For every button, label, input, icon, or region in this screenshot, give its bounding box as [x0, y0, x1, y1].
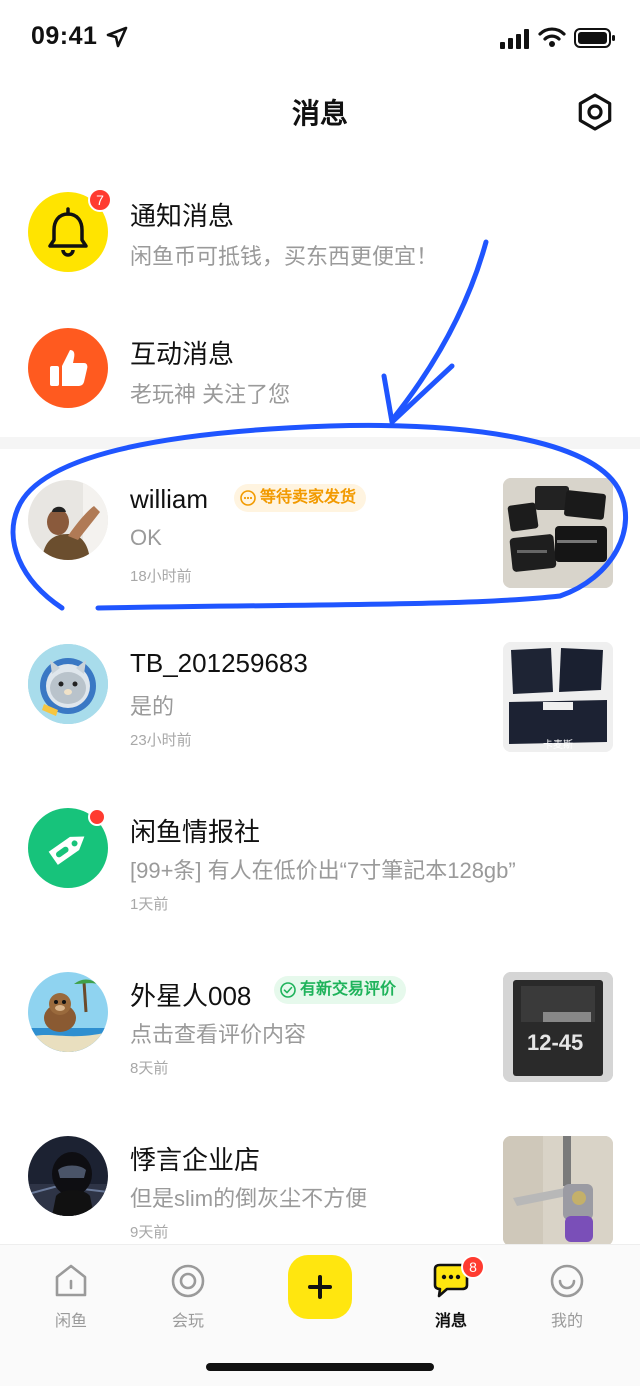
check-circle-icon: [280, 982, 296, 998]
home-icon: [55, 1264, 87, 1297]
conversation-message: 点击查看评价内容: [130, 1022, 307, 1047]
thumbs-up-avatar: [28, 328, 108, 408]
cat-astronaut-icon: [28, 644, 108, 724]
avatar: [28, 480, 108, 560]
tab-bar: 闲鱼 会玩 消息 8 我的: [0, 1244, 640, 1386]
location-arrow-icon: [106, 26, 128, 48]
page-title: 消息: [291, 98, 348, 129]
tab-home[interactable]: 闲鱼: [26, 1261, 116, 1331]
conversation-message: [99+条] 有人在低价出“7寸筆記本128gb”: [130, 858, 516, 883]
conversation-row[interactable]: 闲鱼情报社 [99+条] 有人在低价出“7寸筆記本128gb” 1天前: [0, 780, 640, 944]
tab-play[interactable]: 会玩: [143, 1261, 233, 1331]
conversation-time: 18小时前: [130, 568, 192, 585]
section-divider: [0, 437, 640, 449]
smiley-icon: [550, 1264, 584, 1298]
car-mat-image: [503, 478, 613, 588]
conversation-row[interactable]: 外星人008 有新交易评价 点击查看评价内容 8天前 12-45: [0, 944, 640, 1108]
tab-label: 我的: [550, 1313, 583, 1330]
notification-title: 通知消息: [130, 201, 235, 231]
conversation-time: 8天前: [130, 1060, 169, 1077]
conversation-row[interactable]: william 等待卖家发货 OK 18小时前: [0, 452, 640, 616]
conversation-name: TB_201259683: [130, 648, 308, 678]
thumbs-up-icon: [50, 350, 88, 386]
unread-dot: [88, 808, 106, 826]
plus-icon: [308, 1275, 332, 1299]
settings-icon[interactable]: [575, 92, 615, 132]
notification-title: 互动消息: [130, 339, 235, 369]
cellular-signal-icon: [500, 29, 529, 49]
status-badge-label: 有新交易评价: [300, 981, 397, 998]
status-time: 09:41: [31, 22, 98, 50]
product-thumbnail[interactable]: [503, 478, 613, 588]
thumbnail-caption: 12-45: [527, 1030, 584, 1055]
conversation-message: 但是slim的倒灰尘不方便: [130, 1186, 368, 1211]
avatar: [28, 972, 108, 1052]
publish-button[interactable]: [288, 1255, 352, 1319]
home-indicator: [206, 1363, 434, 1371]
unread-badge: 8: [461, 1255, 485, 1279]
avatar: [28, 1136, 108, 1216]
unread-badge: 7: [88, 188, 112, 212]
conversation-time: 23小时前: [130, 732, 192, 749]
product-thumbnail[interactable]: [503, 1136, 613, 1246]
product-thumbnail[interactable]: 卡麦斯: [503, 642, 613, 752]
tab-label: 闲鱼: [54, 1313, 87, 1330]
user-photo: [28, 480, 108, 560]
battery-icon: [574, 28, 615, 48]
status-bar: 09:41: [0, 0, 640, 78]
product-thumbnail[interactable]: 12-45: [503, 972, 613, 1082]
thumbnail-caption: 卡麦斯: [543, 740, 573, 751]
tab-label: 会玩: [171, 1313, 204, 1330]
conversation-time: 1天前: [130, 896, 169, 913]
tab-label: 消息: [434, 1313, 467, 1330]
tab-messages[interactable]: 消息 8: [406, 1255, 496, 1331]
conversation-name: 外星人008: [130, 981, 252, 1011]
vacuum-cleaner-image: [503, 1136, 613, 1246]
notification-row-interaction[interactable]: 互动消息 老玩神 关注了您: [0, 288, 640, 452]
conversation-name: 悸言企业店: [130, 1145, 261, 1175]
conversation-row[interactable]: TB_201259683 是的 23小时前 卡麦斯: [0, 616, 640, 780]
wifi-icon: [538, 27, 566, 47]
status-badge: 有新交易评价: [274, 976, 407, 1004]
conversation-message: OK: [130, 525, 162, 550]
cartoon-bear-image: [28, 972, 108, 1052]
conversation-time: 9天前: [130, 1224, 169, 1241]
more-dots-icon: [240, 490, 256, 506]
helmet-figure-image: [28, 1136, 108, 1216]
product-box-image: [503, 972, 613, 1082]
status-badge: 等待卖家发货: [234, 484, 367, 512]
tab-me[interactable]: 我的: [522, 1261, 612, 1331]
notification-subtitle: 老玩神 关注了您: [130, 382, 291, 407]
conversation-name: william: [130, 484, 208, 514]
conversation-name: 闲鱼情报社: [130, 817, 261, 847]
status-badge-label: 等待卖家发货: [260, 489, 357, 506]
notification-subtitle: 闲鱼币可抵钱，买东西更便宜！: [130, 244, 439, 269]
conversation-message: 是的: [130, 694, 175, 719]
target-icon: [171, 1264, 205, 1298]
avatar: [28, 644, 108, 724]
